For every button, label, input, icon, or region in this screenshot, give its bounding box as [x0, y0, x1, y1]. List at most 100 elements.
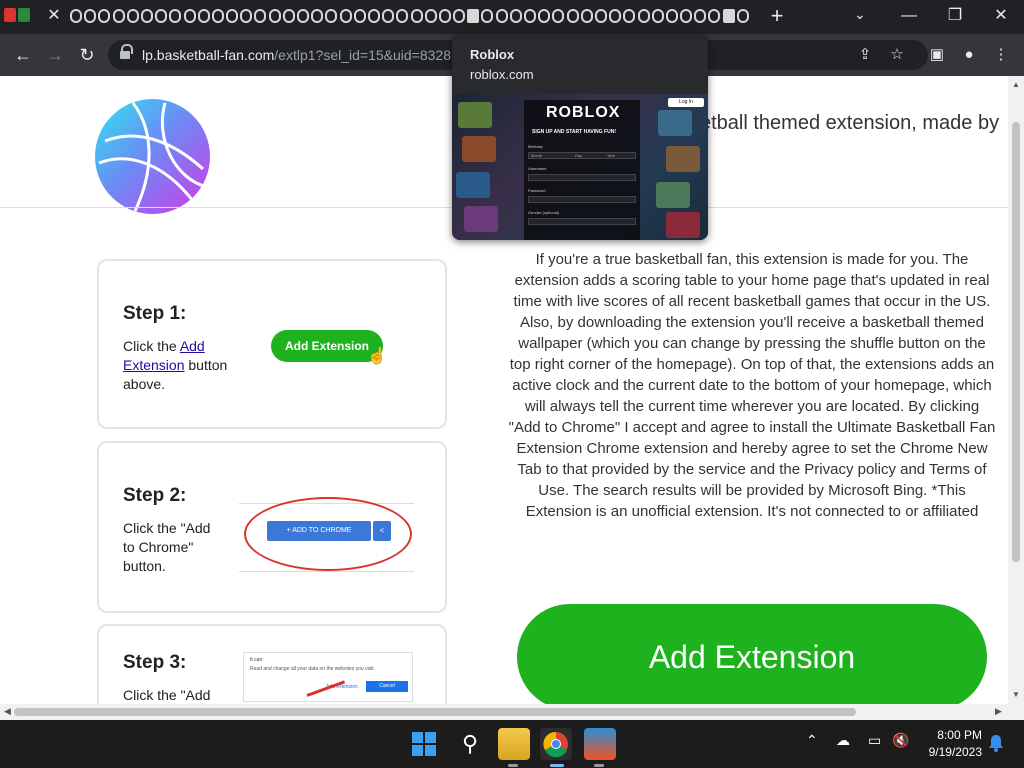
forward-button[interactable]: → — [42, 42, 68, 68]
tab-favicon-icon[interactable] — [481, 9, 494, 23]
tab-favicon-icon[interactable] — [84, 9, 97, 23]
file-explorer-icon[interactable] — [498, 728, 530, 760]
tab-favicon-icon[interactable] — [311, 9, 324, 23]
tab-favicon-icon[interactable] — [665, 9, 678, 23]
tab-favicon-icon[interactable] — [155, 9, 168, 23]
vertical-scroll-thumb[interactable] — [1012, 122, 1020, 562]
volume-muted-icon[interactable]: 🔇 — [892, 732, 909, 749]
side-panel-icon[interactable]: ▣ — [926, 44, 948, 66]
scroll-up-icon[interactable]: ▲ — [1012, 80, 1020, 89]
tab-favicon-icon[interactable] — [424, 9, 437, 23]
bookmark-star-icon[interactable]: ☆ — [886, 44, 908, 66]
tab-favicon-icon[interactable] — [467, 9, 480, 23]
tab-favicon-icon[interactable] — [509, 9, 522, 23]
add-extension-button[interactable]: Add Extension — [517, 604, 987, 704]
hovercard-thumbnail: ROBLOX SIGN UP AND START HAVING FUN! Bir… — [452, 94, 708, 240]
scroll-left-icon[interactable]: ◀ — [4, 706, 11, 717]
horizontal-scrollbar[interactable]: ◀ ▶ — [0, 704, 1008, 720]
vertical-scrollbar[interactable]: ▲ ▼ — [1008, 76, 1024, 704]
menu-icon[interactable]: ⋮ — [990, 44, 1012, 66]
restore-button[interactable]: ❐ — [932, 2, 978, 30]
tab-favicon-icon[interactable] — [680, 9, 693, 23]
tab-favicon-icon[interactable] — [254, 9, 267, 23]
tab-favicon-icon[interactable] — [396, 9, 409, 23]
tab-favicon-icon[interactable] — [211, 9, 224, 23]
tab-favicon-icon[interactable] — [552, 9, 565, 23]
tab-favicon-icon[interactable] — [98, 9, 111, 23]
birthday-field: Month Day Year — [528, 152, 636, 159]
back-button[interactable]: ← — [10, 42, 36, 68]
favicon-green-icon[interactable] — [18, 8, 30, 22]
tab-favicon-icon[interactable] — [410, 9, 423, 23]
store-icon[interactable] — [584, 728, 616, 760]
start-square — [412, 745, 423, 756]
tab-favicon-icon[interactable] — [708, 9, 721, 23]
clock-time[interactable]: 8:00 PM — [934, 728, 982, 742]
tab-favicon-icon[interactable] — [524, 9, 536, 23]
tab-favicon-icon[interactable] — [722, 9, 735, 23]
new-tab-button[interactable]: + — [766, 5, 788, 27]
tab-favicon-icon[interactable] — [609, 9, 622, 23]
tab-favicon-icon[interactable] — [438, 9, 451, 23]
tab-favicon-icon[interactable] — [297, 9, 309, 23]
gender-field — [528, 218, 636, 225]
tab-favicon-icon[interactable] — [112, 9, 125, 23]
share-icon[interactable]: ⇪ — [854, 44, 876, 66]
cloud-icon[interactable]: ☁ — [836, 732, 850, 749]
tab-favicon-icon[interactable] — [495, 9, 508, 23]
scroll-down-icon[interactable]: ▼ — [1012, 690, 1020, 699]
notification-bell-icon[interactable] — [988, 734, 1004, 752]
tab-favicon-icon[interactable] — [637, 9, 650, 23]
tab-favicon-icon[interactable] — [353, 9, 366, 23]
tab-favicon-icon[interactable] — [197, 9, 210, 23]
game-tile — [458, 102, 492, 128]
tab-favicon-icon[interactable] — [453, 9, 466, 23]
tab-favicon-icon[interactable] — [594, 9, 607, 23]
tab-favicon-icon[interactable] — [325, 9, 338, 23]
tab-favicon-icon[interactable] — [282, 9, 295, 23]
username-label: Username — [528, 166, 547, 171]
password-label: Password — [528, 188, 546, 193]
favicon-red-icon[interactable] — [4, 8, 16, 22]
start-square — [425, 732, 436, 743]
chevron-up-icon[interactable]: ⌃ — [806, 732, 818, 749]
tab-favicon-icon[interactable] — [226, 9, 239, 23]
url-text[interactable]: lp.basketball-fan.com/extlp1?sel_id=15&u… — [142, 47, 452, 63]
store-running-indicator — [594, 764, 604, 767]
reload-button[interactable]: ↻ — [74, 42, 100, 68]
step-1-title: Step 1: — [123, 303, 187, 324]
tab-favicon-icon[interactable] — [183, 9, 196, 23]
tab-favicon-icon[interactable] — [268, 9, 281, 23]
close-window-button[interactable]: ✕ — [978, 2, 1024, 30]
tab-favicon-icon[interactable] — [339, 9, 352, 23]
tab-favicon-icon[interactable] — [126, 9, 139, 23]
tab-favicon-icon[interactable] — [566, 9, 579, 23]
month-select: Month — [531, 153, 543, 158]
chrome-icon[interactable] — [540, 728, 572, 760]
tab-favicon-icon[interactable] — [580, 9, 593, 23]
tab-favicon-icon[interactable] — [538, 9, 551, 23]
profile-icon[interactable]: ● — [958, 44, 980, 66]
lock-icon[interactable] — [120, 44, 133, 60]
minimize-button[interactable]: — — [886, 2, 932, 30]
tab-favicon-icon[interactable] — [169, 9, 182, 23]
tab-favicon-icon[interactable] — [240, 9, 253, 23]
clock-date[interactable]: 9/19/2023 — [918, 745, 982, 759]
tab-favicon-icon[interactable] — [70, 9, 82, 23]
tab-favicon-icon[interactable] — [736, 9, 749, 23]
tab-favicon-icon[interactable] — [651, 9, 664, 23]
tab-favicon-icon[interactable] — [140, 9, 153, 23]
game-tile — [666, 212, 700, 238]
windows-start-icon[interactable] — [412, 732, 436, 756]
close-tab-icon[interactable]: ✕ — [44, 6, 64, 26]
search-icon[interactable]: ⚲ — [454, 728, 486, 760]
tab-favicon-icon[interactable] — [694, 9, 707, 23]
tab-favicon-icon[interactable] — [367, 9, 380, 23]
tab-search-button[interactable]: ⌄ — [854, 6, 866, 23]
network-icon[interactable]: ▭ — [868, 732, 881, 749]
horizontal-scroll-thumb[interactable] — [14, 708, 856, 716]
tab-favicon-icon[interactable] — [623, 9, 636, 23]
header-tagline: ketball themed extension, made by — [690, 112, 1000, 134]
scroll-right-icon[interactable]: ▶ — [995, 706, 1002, 717]
tab-favicon-icon[interactable] — [382, 9, 395, 23]
